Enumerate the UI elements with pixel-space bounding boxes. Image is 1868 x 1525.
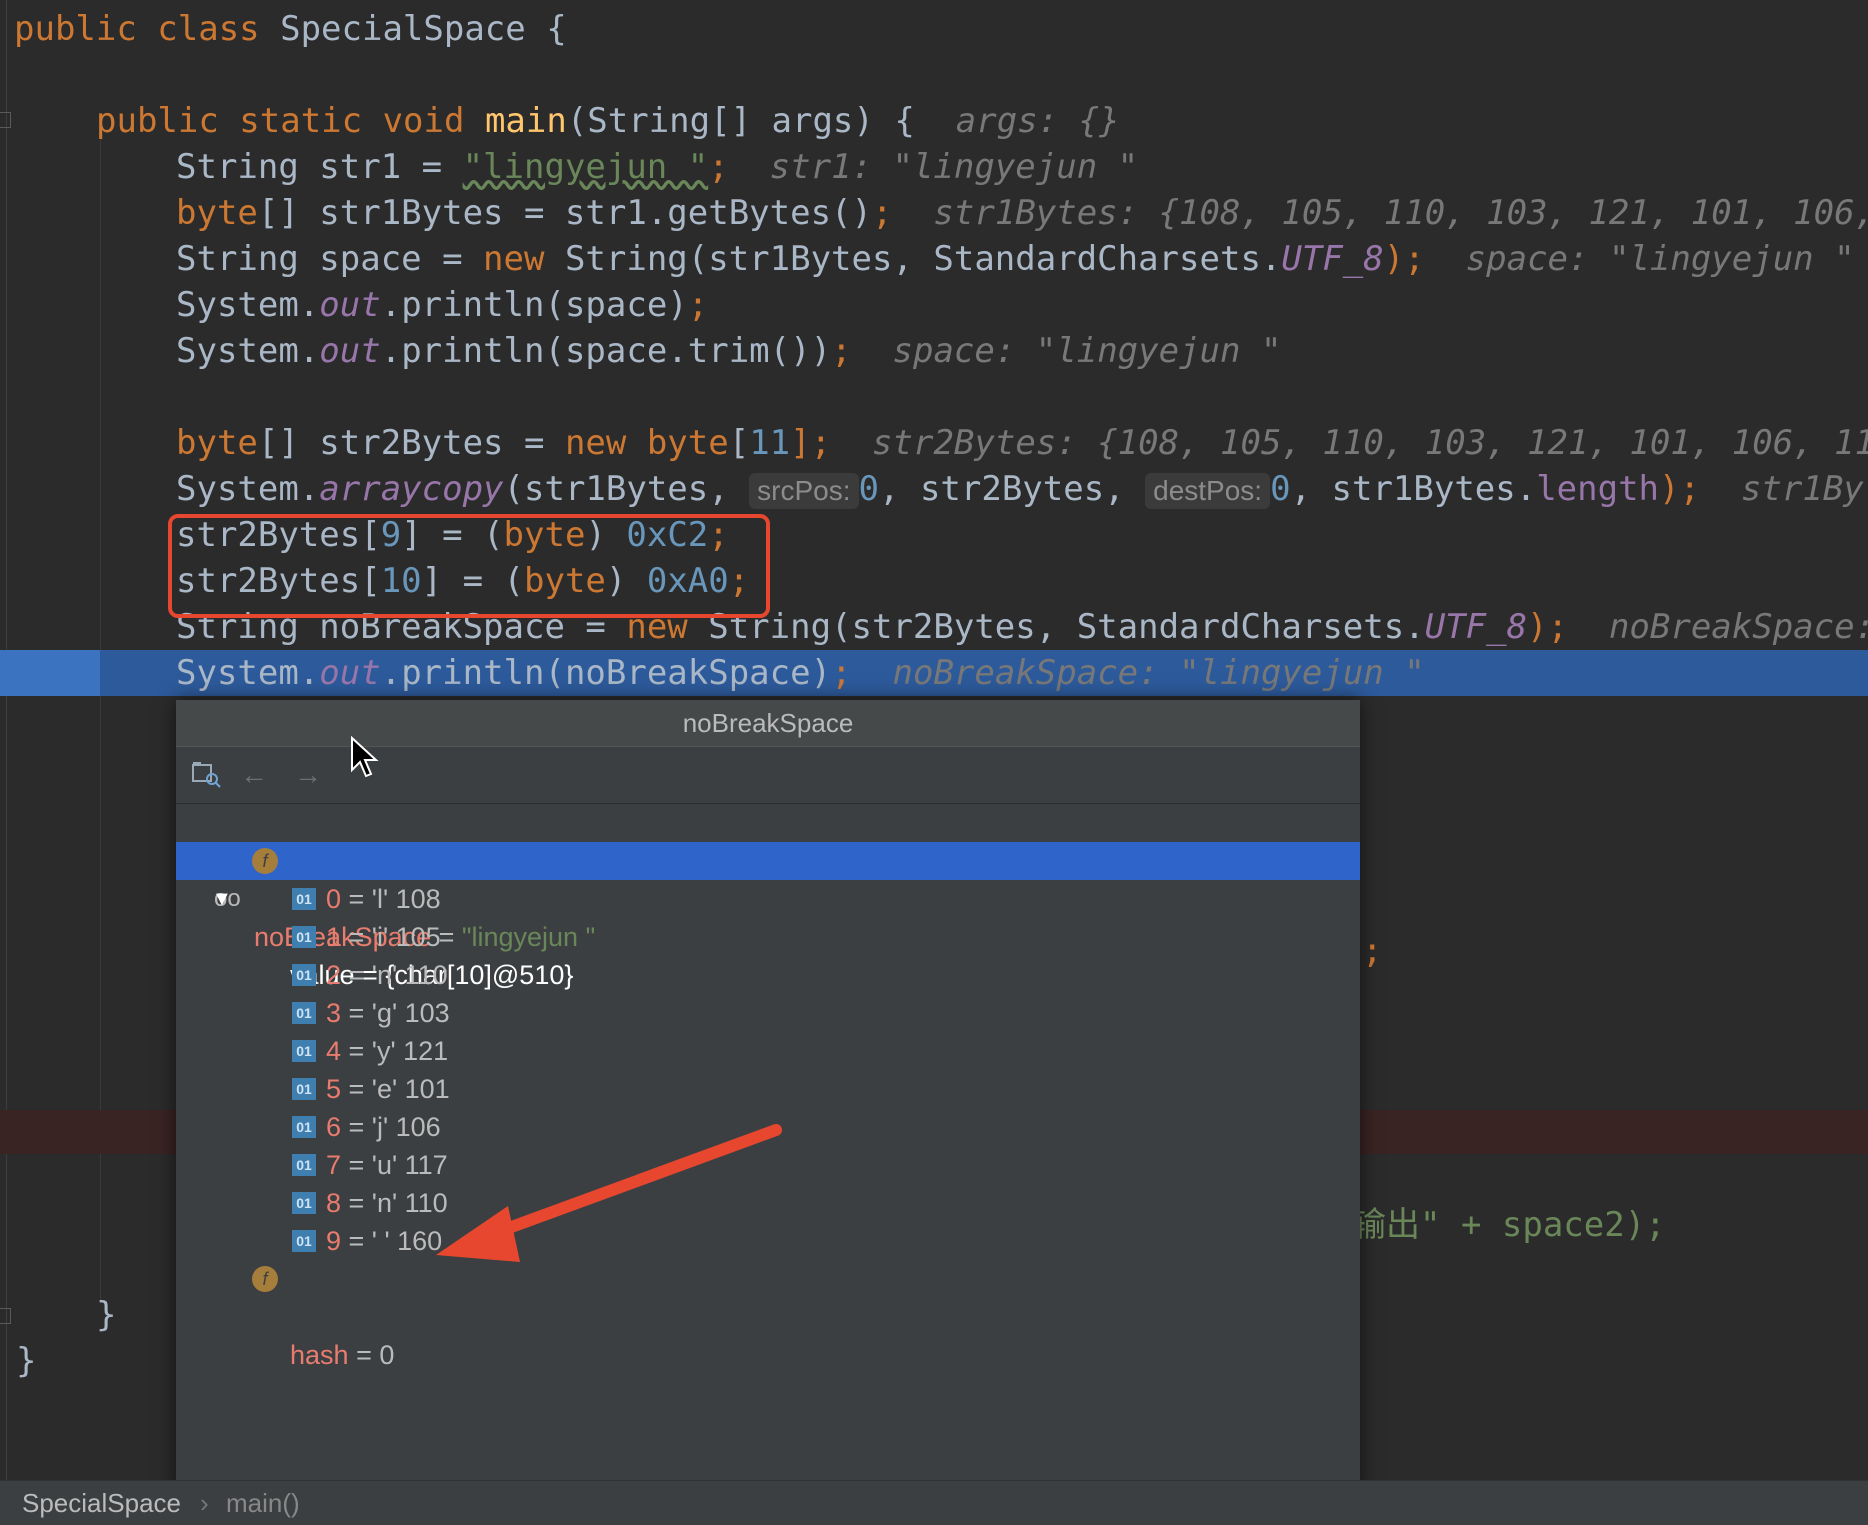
array-item-row[interactable]: 01 3 = 'g' 103 [176,994,1360,1032]
inline-debug-hint: space: "lingyejun " [1465,239,1855,279]
field-icon: f [252,1266,278,1292]
code-line-1: public class SpecialSpace { [14,9,567,49]
primitive-value-icon: 01 [292,926,316,948]
array-item-row[interactable]: 01 4 = 'y' 121 [176,1032,1360,1070]
tree-root-row[interactable]: ▼ oo noBreakSpace = "lingyejun " [176,804,1360,952]
code-line-7: System.out.println(space.trim()); space:… [176,331,1282,371]
code-fragment: ; [1362,931,1383,971]
mouse-cursor-icon [351,736,379,778]
inline-debug-hint: space: "lingyejun " [892,331,1282,371]
primitive-value-icon: 01 [292,1078,316,1100]
array-item-text: 0 = 'l' 108 [326,884,441,914]
code-fragment: 输出" + space2); [1352,1205,1666,1245]
array-item-row[interactable]: 01 2 = 'n' 110 [176,956,1360,994]
inline-debug-hint: str2Bytes: {108, 105, 110, 103, 121, 101… [872,423,1868,463]
breadcrumb-separator: › [200,1488,209,1518]
inline-debug-hint: args: {} [955,101,1120,141]
inline-debug-hint: str1: "lingyejun " [769,147,1139,187]
array-item-text: 1 = 'i' 105 [326,922,441,952]
forward-arrow-icon[interactable]: → [294,757,322,793]
fold-marker[interactable] [0,112,11,128]
inline-debug-hint: noBreakSpace: " [1608,607,1868,647]
param-hint-srcpos: srcPos: [749,473,859,509]
primitive-value-icon: 01 [292,964,316,986]
breadcrumb-method[interactable]: main() [226,1481,300,1525]
fold-marker[interactable] [0,1308,11,1324]
inline-debug-hint: str1Bytes: {108, 105, 110, 103, 121, 101… [933,193,1868,233]
primitive-value-icon: 01 [292,1230,316,1252]
primitive-value-icon: 01 [292,1192,316,1214]
gutter-divider [6,0,7,1480]
primitive-value-icon: 01 [292,1002,316,1024]
array-item-row[interactable]: 01 0 = 'l' 108 [176,880,1360,918]
primitive-value-icon: 01 [292,1154,316,1176]
code-line-8: byte[] str2Bytes = new byte[11]; str2Byt… [176,420,1868,466]
debug-inspect-popup[interactable]: noBreakSpace ← → ▼ oo noBreakSpace = "li… [176,700,1360,1498]
array-item-text: 3 = 'g' 103 [326,998,450,1028]
code-line-9: System.arraycopy(str1Bytes, srcPos: 0, st… [176,469,1864,509]
array-item-text: 5 = 'e' 101 [326,1074,450,1104]
primitive-value-icon: 01 [292,1116,316,1138]
array-item-row[interactable]: 01 5 = 'e' 101 [176,1070,1360,1108]
primitive-value-icon: 01 [292,1040,316,1062]
current-line-gutter [0,650,100,696]
breadcrumb-class[interactable]: SpecialSpace [22,1481,181,1525]
array-item-text: 4 = 'y' 121 [326,1036,449,1066]
inspect-object-icon[interactable] [190,757,222,793]
inline-debug-hint: noBreakSpace: "lingyejun " [892,653,1425,693]
field-icon: f [252,848,278,874]
code-line-5: String space = new String(str1Bytes, Sta… [176,239,1855,279]
array-item-text: 2 = 'n' 110 [326,960,448,990]
annotation-highlight-box [168,514,770,618]
tree-value-row[interactable]: ▼ f value = {char[10]@510} [176,842,1360,990]
code-line-6: System.out.println(space); [176,285,709,325]
code-line-3: String str1 = "lingyejun "; str1: "lingy… [176,147,1139,187]
code-line-4: byte[] str1Bytes = str1.getBytes(); str1… [176,190,1868,236]
code-line-2: public static void main(String[] args) {… [96,101,1120,141]
primitive-value-icon: 01 [292,888,316,910]
array-item-row[interactable]: 01 1 = 'i' 105 [176,918,1360,956]
param-hint-destpos: destPos: [1145,473,1271,509]
back-arrow-icon[interactable]: ← [240,757,268,793]
breadcrumb-bar: SpecialSpace › main() [0,1480,1868,1525]
inline-debug-hint: str1By [1740,469,1864,509]
annotation-arrow [436,1124,782,1262]
code-line-13: System.out.println(noBreakSpace); noBrea… [176,653,1425,693]
